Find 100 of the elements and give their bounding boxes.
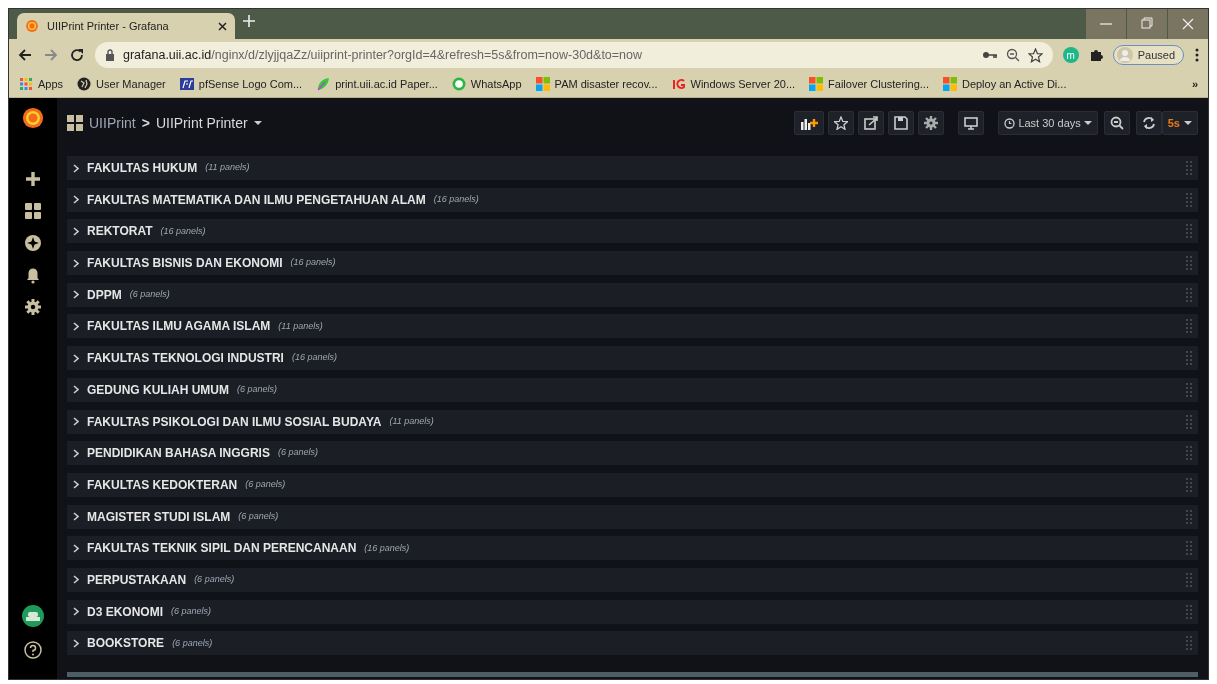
dashboard-row[interactable]: PERPUSTAKAAN (6 panels): [67, 567, 1198, 592]
dashboard-row[interactable]: FAKULTAS PSIKOLOGI DAN ILMU SOSIAL BUDAYA (11 panels): [67, 409, 1198, 434]
drag-handle-icon[interactable]: [1186, 413, 1192, 430]
more-menu-icon[interactable]: [1194, 47, 1200, 63]
bell-icon[interactable]: [24, 266, 42, 284]
zoom-out-icon[interactable]: [1005, 48, 1020, 62]
row-title: DPPM: [87, 286, 122, 304]
drag-handle-icon[interactable]: [1186, 160, 1192, 176]
reload-icon[interactable]: [69, 47, 85, 63]
close-icon[interactable]: [218, 21, 227, 31]
drag-handle-icon[interactable]: [1186, 381, 1192, 398]
bookmark-link[interactable]: pfSense Logo Com...: [179, 75, 303, 93]
row-title: FAKULTAS TEKNIK SIPIL DAN PERENCANAAN: [87, 540, 357, 558]
panel-count: (6 panels): [172, 636, 213, 650]
panel-count: (11 panels): [205, 161, 250, 175]
key-icon[interactable]: [981, 50, 998, 60]
panel-count: (6 panels): [277, 446, 318, 460]
row-title: PENDIDIKAN BAHASA INGGRIS: [87, 445, 270, 463]
windows-logo-icon: [535, 77, 550, 91]
save-button[interactable]: [888, 111, 915, 135]
bookmark-link[interactable]: Failover Clustering...: [809, 75, 929, 93]
star-button[interactable]: [828, 111, 855, 135]
compass-icon[interactable]: [24, 234, 42, 252]
dashboards-icon[interactable]: [24, 202, 42, 220]
drag-handle-icon[interactable]: [1186, 223, 1192, 240]
chevron-right-icon: [73, 385, 79, 395]
time-range-picker[interactable]: Last 30 days: [998, 111, 1098, 135]
drag-handle-icon[interactable]: [1186, 571, 1192, 588]
drag-handle-icon[interactable]: [1186, 350, 1192, 367]
save-icon: [894, 116, 909, 130]
overflow-chevron[interactable]: »: [1191, 75, 1198, 93]
help-icon[interactable]: [24, 641, 42, 659]
drag-handle-icon[interactable]: [1186, 318, 1192, 335]
leaf-icon: [316, 77, 331, 91]
dashboard-row[interactable]: FAKULTAS BISNIS DAN EKONOMI (16 panels): [67, 251, 1198, 276]
drag-handle-icon[interactable]: [1186, 508, 1192, 525]
bookmark-link[interactable]: Apps: [19, 75, 64, 93]
bookmark-link[interactable]: Windows Server 20...: [671, 75, 796, 93]
dashboard-title[interactable]: UIIPrint Printer: [155, 112, 248, 134]
dashboard-row[interactable]: GEDUNG KULIAH UMUM (6 panels): [67, 377, 1198, 402]
dashboard-row[interactable]: REKTORAT (16 panels): [67, 219, 1198, 244]
caret-down-icon[interactable]: [253, 120, 262, 126]
clock-icon: [1004, 117, 1016, 129]
dashboard-row[interactable]: FAKULTAS KEDOKTERAN (6 panels): [67, 472, 1198, 497]
dashboard-row[interactable]: MAGISTER STUDI ISLAM (6 panels): [67, 504, 1198, 529]
dashboard-row[interactable]: FAKULTAS TEKNOLOGI INDUSTRI (16 panels): [67, 346, 1198, 371]
dashboard-row[interactable]: D3 EKONOMI (6 panels): [67, 599, 1198, 624]
drag-handle-icon[interactable]: [1186, 191, 1192, 208]
bookmark-link[interactable]: User Manager: [77, 75, 166, 93]
dashboard-row[interactable]: PENDIDIKAN BAHASA INGGRIS (6 panels): [67, 441, 1198, 466]
panel-count: (6 panels): [237, 383, 278, 397]
drag-handle-icon[interactable]: [1186, 445, 1192, 462]
row-title: BOOKSTORE: [87, 635, 165, 653]
chevron-right-icon: [73, 258, 79, 268]
plus-icon[interactable]: [24, 170, 42, 188]
breadcrumb-link[interactable]: UIIPrint: [89, 112, 136, 134]
drag-handle-icon[interactable]: [1186, 635, 1192, 652]
pf-logo-icon: [179, 77, 194, 91]
add-panel-icon: [800, 116, 819, 130]
avatar-icon: [1116, 47, 1133, 63]
address-bar[interactable]: grafana.uii.ac.id/nginx/d/zlyjjqaZz/uiiprint-printer?orgId=4&refresh=5s&from=now-30d&to=now: [95, 42, 1053, 68]
ig-logo-icon: [671, 77, 686, 91]
panel-count: (11 panels): [389, 414, 434, 428]
bookmark-link[interactable]: WhatsApp: [451, 75, 522, 93]
chevron-right-icon: [73, 512, 79, 522]
profile-button[interactable]: Paused: [1112, 44, 1184, 66]
lock-icon: [105, 49, 115, 61]
puzzle-icon[interactable]: [1088, 48, 1103, 62]
dashboard-row[interactable]: BOOKSTORE (6 panels): [67, 631, 1198, 656]
settings-button[interactable]: [918, 111, 945, 135]
drag-handle-icon[interactable]: [1186, 540, 1192, 557]
drag-handle-icon[interactable]: [1186, 603, 1192, 620]
chevron-right-icon: [73, 290, 79, 300]
drag-handle-icon[interactable]: [1186, 286, 1192, 303]
drag-handle-icon[interactable]: [1186, 255, 1192, 272]
dashboard-row[interactable]: FAKULTAS TEKNIK SIPIL DAN PERENCANAAN (16 panels): [67, 536, 1198, 561]
caret-down-icon: [1083, 120, 1092, 126]
bookmark-link[interactable]: print.uii.ac.id Paper...: [316, 75, 438, 93]
user-avatar-icon[interactable]: [22, 605, 44, 627]
panel-count: (6 panels): [194, 573, 235, 587]
dashboard-row[interactable]: FAKULTAS HUKUM (11 panels): [67, 156, 1198, 180]
bookmark-link[interactable]: PAM disaster recov...: [535, 75, 658, 93]
refresh-button[interactable]: [1135, 111, 1162, 135]
refresh-interval-picker[interactable]: 5s: [1161, 111, 1198, 135]
back-arrow-icon[interactable]: [17, 47, 33, 63]
zoom-out-button[interactable]: [1103, 111, 1130, 135]
gear-icon[interactable]: [24, 298, 42, 316]
drag-handle-icon[interactable]: [1186, 476, 1192, 493]
dashboard-row[interactable]: FAKULTAS ILMU AGAMA ISLAM (11 panels): [67, 314, 1198, 339]
panel-count: (16 panels): [364, 541, 410, 555]
share-button[interactable]: [858, 111, 885, 135]
dashboard-row[interactable]: DPPM (6 panels): [67, 282, 1198, 307]
browser-tab[interactable]: UIIPrint Printer - Grafana: [17, 13, 235, 39]
star-icon[interactable]: [1027, 47, 1043, 63]
dashboard-row[interactable]: FAKULTAS MATEMATIKA DAN ILMU PENGETAHUAN ALAM (16 panels): [67, 187, 1198, 212]
bookmark-link[interactable]: Deploy an Active Di...: [942, 75, 1067, 93]
panel-count: (6 panels): [171, 604, 212, 618]
tv-mode-button[interactable]: [958, 111, 985, 135]
dashboards-icon: [67, 115, 83, 131]
add-panel-button[interactable]: [794, 111, 825, 135]
